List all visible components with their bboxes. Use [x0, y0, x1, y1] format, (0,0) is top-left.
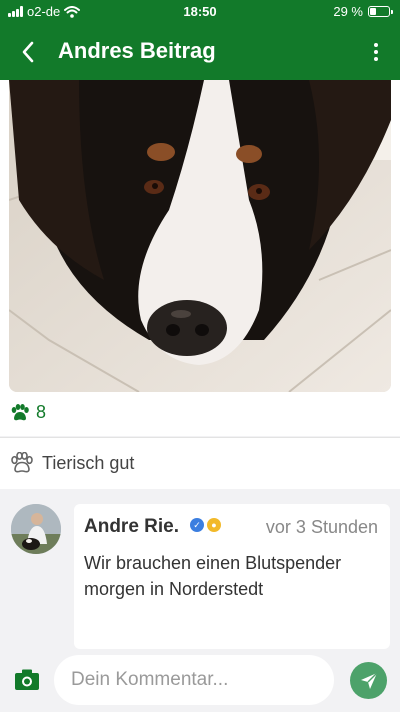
comment-bubble: Andre Rie. ✓ ● vor 3 Stunden Wir brauche… [74, 504, 390, 649]
author-badges: ✓ ● [190, 518, 221, 532]
more-dot [374, 50, 378, 54]
comment-text: Wir brauchen einen Blutspender morgen in… [84, 553, 342, 599]
more-menu-button[interactable] [366, 36, 386, 68]
reaction-label: Tierisch gut [42, 452, 135, 473]
page-title: Andres Beitrag [58, 38, 216, 63]
battery-percent: 29 % [333, 4, 363, 19]
dog-photo-image [9, 80, 391, 392]
app-bar: Andres Beitrag [0, 24, 400, 80]
paw-count: 8 [36, 402, 47, 422]
send-button[interactable] [350, 662, 387, 699]
more-dot [374, 57, 378, 61]
paw-outline-icon [11, 452, 33, 473]
reaction-button[interactable]: Tierisch gut [10, 452, 134, 474]
battery-fill [370, 8, 376, 15]
battery-icon [368, 6, 393, 17]
post-photo[interactable] [9, 80, 391, 392]
paw-icon [11, 403, 29, 420]
avatar[interactable] [11, 504, 61, 554]
status-bar: o2-de 18:50 29 % [0, 0, 400, 24]
comment-author[interactable]: Andre Rie. [84, 516, 179, 538]
back-button[interactable] [12, 36, 44, 68]
camera-icon [15, 669, 39, 690]
chevron-left-icon [22, 41, 34, 63]
send-icon [360, 672, 377, 689]
avatar-image [11, 504, 61, 554]
comment-time: vor 3 Stunden [265, 517, 378, 537]
comment-input[interactable] [54, 655, 334, 705]
verified-badge-icon: ✓ [190, 518, 204, 532]
camera-button[interactable] [14, 668, 40, 692]
status-right: 29 % [333, 4, 393, 19]
more-vertical-icon [374, 43, 378, 47]
comment-composer [0, 649, 400, 712]
reaction-row[interactable]: Tierisch gut [0, 437, 400, 489]
star-badge-icon: ● [207, 518, 221, 532]
paw-count-row[interactable]: 8 [10, 402, 46, 423]
post-card: 8 [0, 80, 400, 436]
